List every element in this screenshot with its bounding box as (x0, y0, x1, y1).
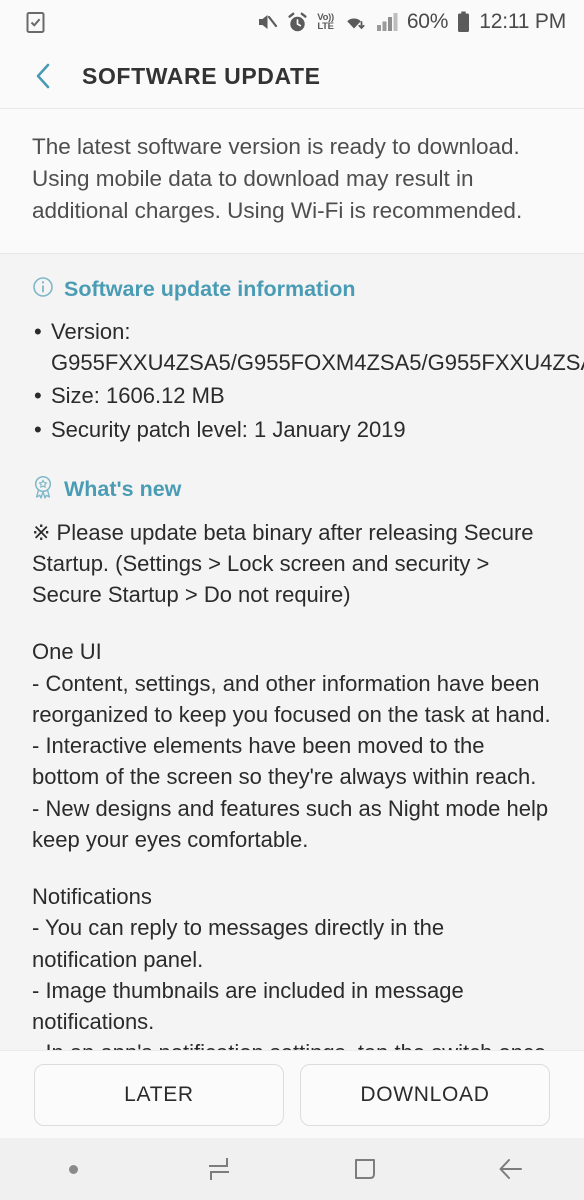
action-bar: LATER DOWNLOAD (0, 1050, 584, 1138)
download-button[interactable]: DOWNLOAD (300, 1063, 550, 1126)
beta-binary-note: ※ Please update beta binary after releas… (32, 519, 534, 608)
release-note-body-notifications: - You can reply to messages directly in … (32, 915, 546, 1050)
clock-label: 12:11 PM (479, 10, 566, 33)
list-item: Size: 1606.12 MB (32, 380, 552, 411)
release-note-title-one-ui: One UI (32, 639, 102, 665)
home-button[interactable] (292, 1138, 438, 1200)
release-note-body-one-ui: - Content, settings, and other informati… (32, 670, 551, 852)
whats-new-heading: What's new (32, 475, 552, 505)
volte-line-2: LTE (317, 21, 334, 32)
dot-icon (68, 1164, 78, 1174)
keyboard-dot-indicator[interactable] (0, 1138, 146, 1200)
status-bar-left (26, 11, 45, 34)
whats-new-label: What's new (64, 477, 182, 502)
software-update-information-heading: Software update information (32, 276, 552, 304)
list-item: Version: G955FXXU4ZSA5/G955FOXM4ZSA5/G95… (32, 316, 584, 378)
wifi-icon (343, 12, 367, 33)
chevron-left-icon (36, 63, 50, 89)
software-update-information-list: Version: G955FXXU4ZSA5/G955FOXM4ZSA5/G95… (32, 316, 584, 445)
volte-icon: Vo)) LTE (317, 13, 334, 32)
intro-text: The latest software version is ready to … (32, 134, 523, 223)
alarm-icon (287, 12, 308, 33)
home-icon (355, 1159, 375, 1179)
update-details-scroll[interactable]: Software update information Version: G95… (0, 253, 584, 1050)
navigation-bar (0, 1138, 584, 1200)
info-circle-icon (32, 276, 54, 304)
recents-button[interactable] (146, 1138, 292, 1200)
back-nav-button[interactable] (438, 1138, 584, 1200)
release-note-title-notifications: Notifications (32, 884, 152, 910)
back-icon (499, 1159, 522, 1179)
list-item: Security patch level: 1 January 2019 (32, 414, 552, 445)
back-button[interactable] (26, 59, 60, 93)
status-bar-right: Vo)) LTE 60% 12:11 PM (256, 10, 566, 34)
recents-icon (209, 1158, 229, 1180)
mute-icon (256, 11, 278, 33)
software-update-screen: Vo)) LTE 60% 12:11 PM SOFTWARE UPDATE Th… (0, 0, 584, 1200)
title-bar: SOFTWARE UPDATE (0, 44, 584, 109)
award-badge-icon (32, 475, 54, 505)
signal-bars-icon (376, 12, 398, 32)
battery-percent-label: 60% (406, 10, 449, 33)
clipboard-check-icon (26, 11, 45, 34)
later-button[interactable]: LATER (34, 1063, 284, 1126)
software-update-information-label: Software update information (64, 277, 356, 302)
intro-description: The latest software version is ready to … (0, 109, 584, 254)
status-bar: Vo)) LTE 60% 12:11 PM (0, 0, 584, 44)
battery-icon (457, 11, 470, 33)
page-title: SOFTWARE UPDATE (82, 62, 321, 89)
